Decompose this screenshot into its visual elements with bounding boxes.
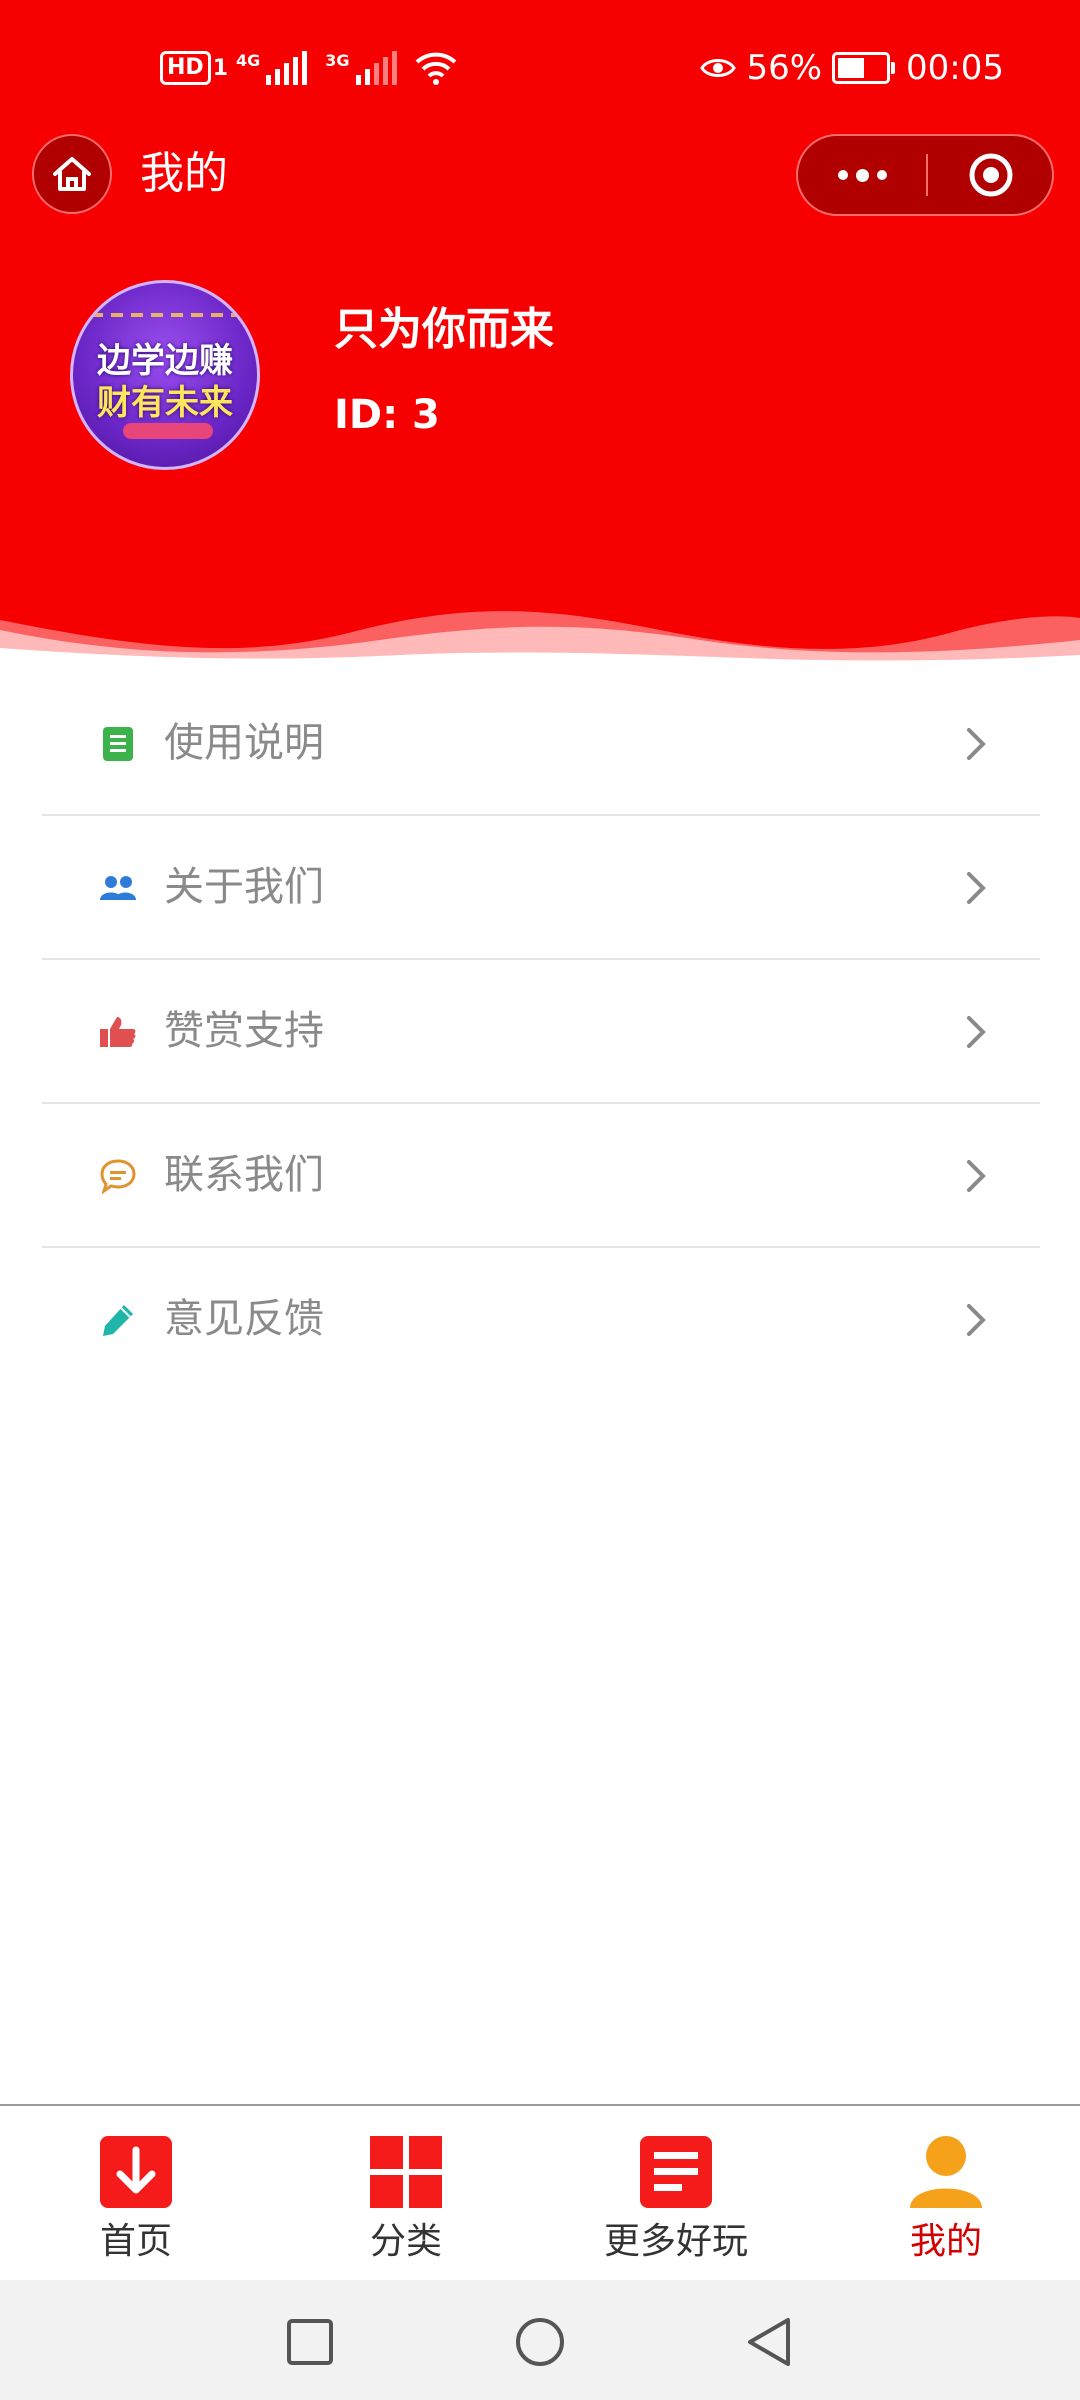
download-icon (100, 2136, 172, 2208)
status-right: 56% 00:05 (700, 46, 1004, 90)
signal-icon: 4G (236, 51, 308, 85)
tab-home[interactable]: 首页 (36, 2128, 236, 2268)
chevron-right-icon (967, 872, 986, 904)
page-title: 我的 (140, 148, 228, 199)
bottom-tab-bar: 首页 分类 更多好玩 我的 (0, 2104, 1080, 2280)
pencil-icon (98, 1300, 138, 1340)
status-bar: HD 1 4G 3G 56% 00:05 (0, 0, 1080, 130)
document-icon (98, 724, 138, 764)
network-type-label: 3G (325, 51, 350, 70)
battery-fill (838, 58, 864, 78)
avatar-decoration (91, 313, 241, 317)
thumbs-up-icon (98, 1012, 138, 1052)
network-type-label: 4G (236, 51, 261, 70)
list-icon (640, 2136, 712, 2208)
chevron-right-icon (967, 1160, 986, 1192)
chevron-right-icon (967, 1016, 986, 1048)
back-triangle-icon[interactable] (742, 2314, 798, 2370)
users-icon (98, 868, 138, 908)
signal-icon: 3G (325, 51, 397, 85)
hd-badge: HD (160, 51, 211, 85)
chevron-right-icon (967, 1304, 986, 1336)
close-miniprogram-button[interactable] (928, 136, 1054, 214)
user-name: 只为你而来 (334, 304, 554, 355)
miniprogram-capsule (796, 134, 1054, 216)
recent-apps-icon[interactable] (282, 2314, 338, 2370)
menu-item-label: 联系我们 (164, 1152, 324, 1198)
home-button[interactable] (32, 134, 112, 214)
menu-item-donate-support[interactable]: 赞赏支持 (42, 960, 1040, 1104)
menu-item-label: 意见反馈 (164, 1296, 324, 1342)
chat-bubble-icon (98, 1156, 138, 1196)
home-icon (53, 157, 91, 191)
avatar[interactable]: 边学边赚 财有未来 (70, 280, 260, 470)
battery-percent: 56% (746, 48, 823, 88)
header-wave-decoration (0, 611, 1080, 680)
tab-label: 首页 (99, 2221, 172, 2262)
tab-label: 我的 (909, 2221, 982, 2262)
grid-icon (370, 2136, 442, 2208)
menu-item-usage-guide[interactable]: 使用说明 (42, 672, 1040, 816)
tab-mine[interactable]: 我的 (846, 2128, 1046, 2268)
menu-list: 使用说明 关于我们 赞赏支持 联系我们 意见反馈 (42, 672, 1040, 1392)
home-circle-icon[interactable] (512, 2314, 568, 2370)
avatar-decoration (123, 423, 213, 439)
menu-item-contact-us[interactable]: 联系我们 (42, 1104, 1040, 1248)
system-navigation-bar (0, 2280, 1080, 2400)
sim-indicator: 1 (212, 55, 228, 81)
tab-category[interactable]: 分类 (306, 2128, 506, 2268)
menu-item-label: 使用说明 (164, 720, 324, 766)
menu-item-label: 关于我们 (164, 864, 324, 910)
eye-icon (700, 59, 737, 77)
menu-item-about-us[interactable]: 关于我们 (42, 816, 1040, 960)
clock: 00:05 (906, 48, 1004, 88)
wifi-icon (415, 52, 456, 85)
menu-item-label: 赞赏支持 (164, 1008, 324, 1054)
tab-more-fun[interactable]: 更多好玩 (576, 2128, 776, 2268)
battery-icon (832, 52, 896, 84)
menu-item-feedback[interactable]: 意见反馈 (42, 1248, 1040, 1392)
more-dots-icon[interactable] (798, 136, 926, 214)
status-left: HD 1 4G 3G (160, 48, 457, 88)
user-icon (910, 2136, 982, 2208)
tab-label: 分类 (369, 2221, 442, 2262)
chevron-right-icon (967, 728, 986, 760)
avatar-text-line2: 财有未来 (97, 383, 233, 423)
user-id: ID: 3 (334, 392, 440, 438)
tab-label: 更多好玩 (603, 2221, 748, 2262)
target-close-icon (969, 153, 1013, 197)
